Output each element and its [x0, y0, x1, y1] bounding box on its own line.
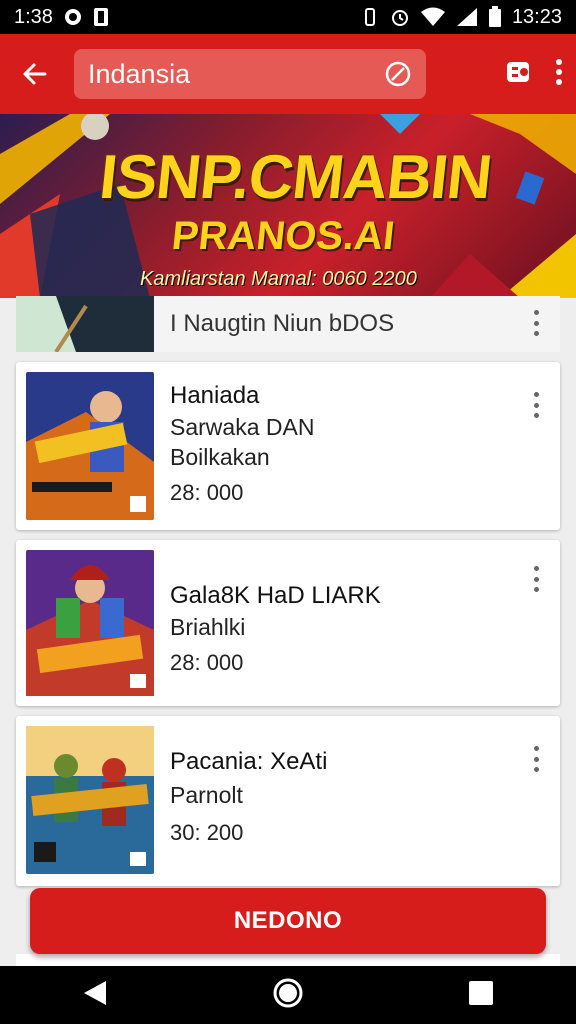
nav-recents-icon [469, 980, 493, 1005]
more-vert-icon [556, 58, 562, 85]
wifi-icon [420, 7, 446, 27]
search-field[interactable]: Indansia [74, 49, 426, 99]
game-title: Haniada [170, 382, 260, 409]
search-input[interactable]: Indansia [88, 59, 384, 90]
clear-icon[interactable] [384, 60, 412, 88]
game-cover-art [26, 726, 154, 874]
banner-title: ISNP.CMABIN [96, 143, 495, 212]
item-more-button[interactable] [526, 308, 546, 338]
system-nav-bar [0, 966, 576, 1024]
more-options-button[interactable] [554, 57, 564, 92]
nav-recents-button[interactable] [468, 980, 494, 1011]
banner-subtitle: PRANOS.AI [169, 214, 397, 258]
game-subtitle-2: Boilkakan [170, 444, 270, 470]
share-icon [507, 61, 529, 82]
game-price: 30: 200 [170, 820, 244, 845]
game-cover [26, 726, 154, 874]
status-time-left: 1:38 [14, 5, 53, 28]
game-cover [26, 372, 154, 520]
alarm-icon [390, 7, 410, 27]
vibrate-icon [360, 7, 380, 27]
cta-button[interactable]: NEDONO [30, 888, 546, 954]
back-arrow-icon [23, 63, 47, 85]
back-button[interactable] [12, 51, 58, 97]
battery-icon [488, 6, 502, 28]
game-subtitle: Briahlki [170, 614, 246, 640]
game-subtitle: Parnolt [170, 782, 243, 808]
status-time-right: 13:23 [511, 5, 562, 28]
status-bar: 1:38 13:23 [0, 0, 576, 34]
nav-back-button[interactable] [82, 979, 108, 1012]
list-item-partial [16, 954, 560, 966]
game-card[interactable]: Haniada Sarwaka DAN Boilkakan 28: 000 [16, 362, 560, 530]
game-card[interactable]: Pacania: XeAti Parnolt 30: 200 [16, 716, 560, 886]
nav-home-icon [273, 978, 303, 1007]
notification-icon-2 [93, 7, 109, 27]
banner-caption: Kamliarstan Mamal: 0060 2200 [140, 268, 417, 290]
game-price: 28: 000 [170, 480, 244, 505]
notification-icon [63, 7, 83, 27]
item-title: I Naugtin Niun bDOS [170, 310, 395, 337]
app-bar: Indansia [0, 34, 576, 114]
list-item[interactable]: I Naugtin Niun bDOS [16, 296, 560, 354]
game-price: 28: 000 [170, 650, 244, 675]
card-more-button[interactable] [526, 564, 546, 594]
game-cover-art [26, 550, 154, 696]
nav-home-button[interactable] [272, 977, 304, 1014]
game-cover-art [26, 372, 154, 520]
game-title: Gala8K HaD LIARK [170, 582, 381, 609]
card-more-button[interactable] [526, 390, 546, 420]
nav-back-icon [84, 980, 106, 1005]
card-more-button[interactable] [526, 744, 546, 774]
item-thumbnail [16, 296, 154, 354]
game-subtitle: Sarwaka DAN [170, 414, 315, 440]
game-title: Pacania: XeAti [170, 748, 328, 775]
share-button[interactable] [504, 57, 534, 92]
game-cover [26, 550, 154, 698]
promo-banner[interactable]: ISNP.CMABIN PRANOS.AI Kamliarstan Mamal:… [0, 114, 576, 298]
game-card[interactable]: Gala8K HaD LIARK Briahlki 28: 000 [16, 540, 560, 706]
signal-icon [456, 7, 478, 27]
